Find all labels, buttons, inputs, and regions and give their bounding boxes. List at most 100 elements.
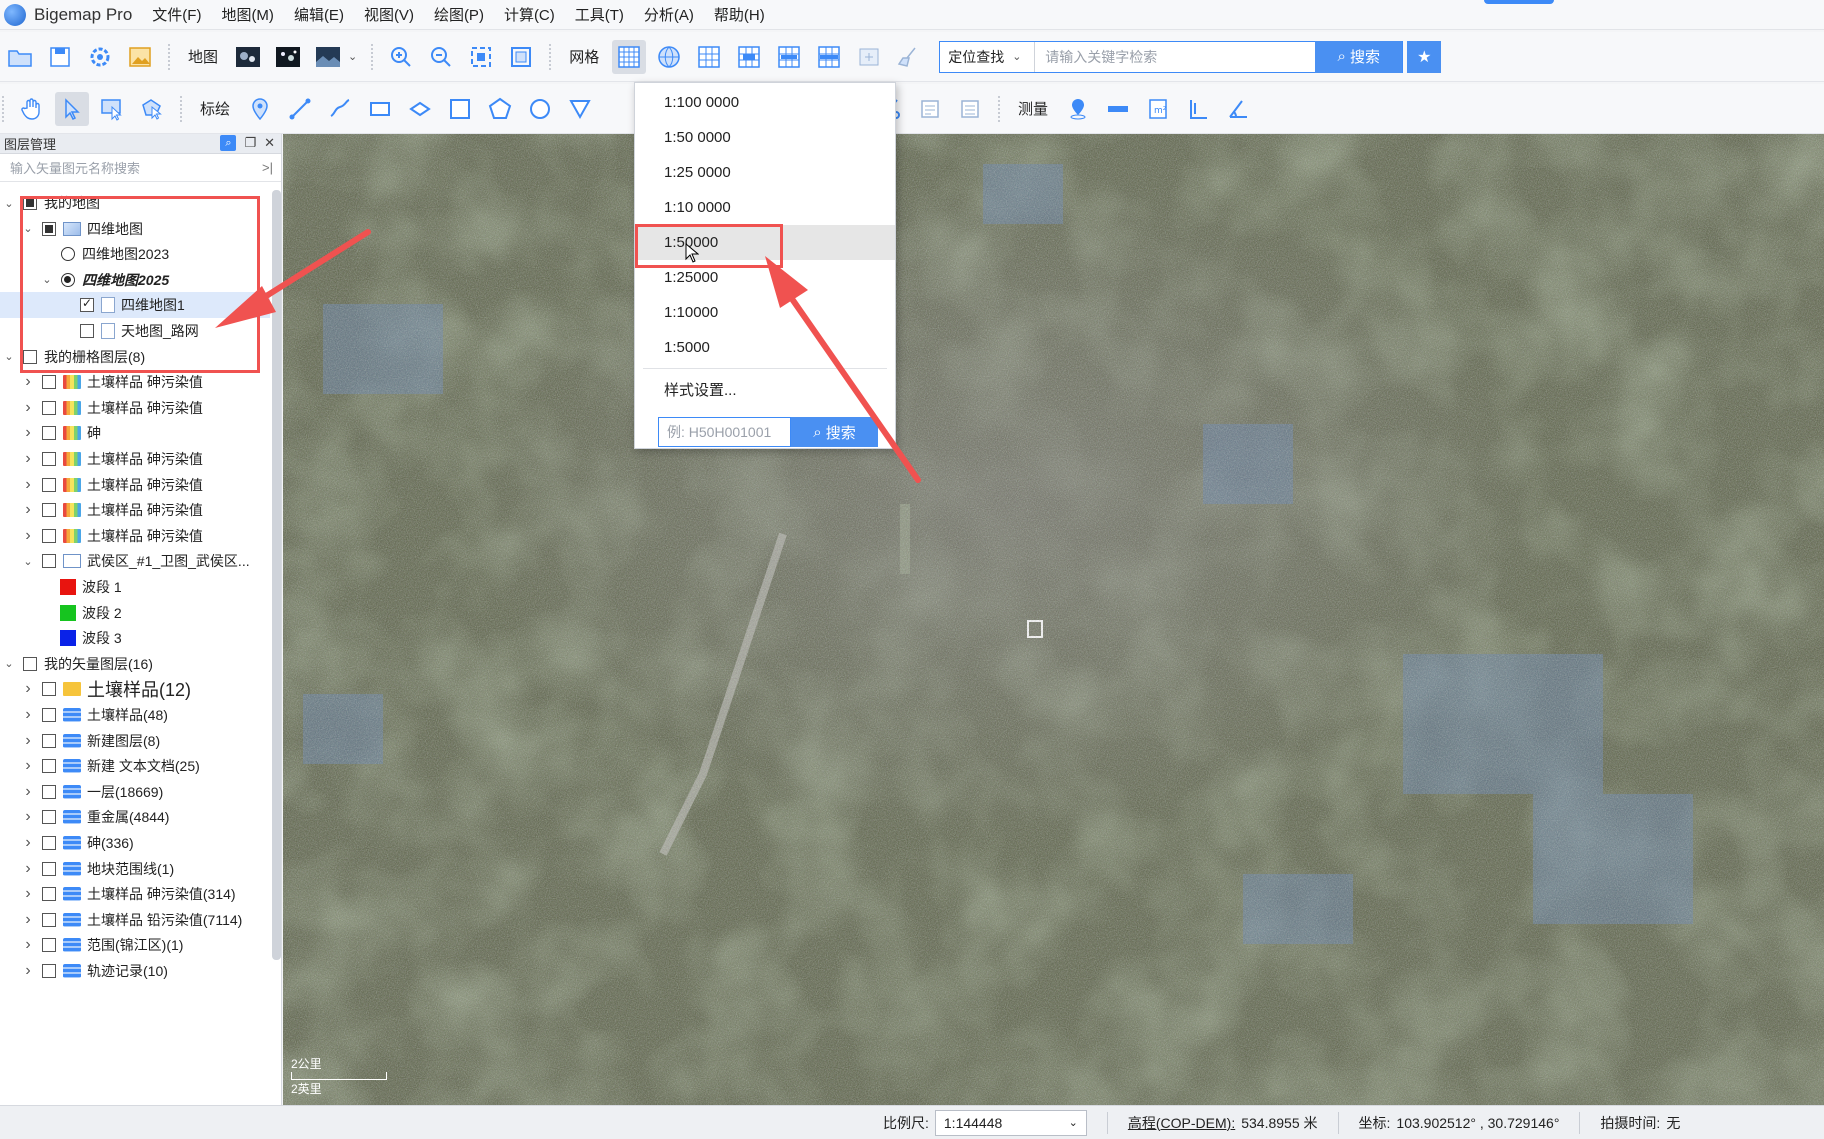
layer-checkbox[interactable] bbox=[42, 759, 56, 774]
layer-tree-item[interactable]: ⌄ 我的矢量图层(16) bbox=[0, 651, 270, 677]
copy-button[interactable] bbox=[913, 92, 947, 126]
settings-button[interactable] bbox=[83, 40, 117, 74]
layer-tree-item[interactable]: › 土壤样品(48) bbox=[0, 702, 270, 728]
layer-tree-item[interactable]: 波段 2 bbox=[0, 600, 270, 626]
zoom-extent-button[interactable] bbox=[464, 40, 498, 74]
circle-tool-button[interactable] bbox=[523, 92, 557, 126]
layer-tree-item[interactable]: › 地块范围线(1) bbox=[0, 856, 270, 882]
night-map-button[interactable] bbox=[271, 40, 305, 74]
layer-tree-item[interactable]: › 土壤样品 砷污染值(314) bbox=[0, 881, 270, 907]
menu-edit[interactable]: 编辑(E) bbox=[294, 4, 344, 25]
layer-tree-item[interactable]: › 土壤样品 铅污染值(7114) bbox=[0, 907, 270, 933]
layer-tree-item[interactable]: 波段 3 bbox=[0, 625, 270, 651]
more-shape-tool-button[interactable] bbox=[563, 92, 597, 126]
layer-checkbox[interactable] bbox=[42, 528, 56, 543]
scale-option[interactable]: 1:50 0000 bbox=[635, 120, 895, 155]
km-grid-button[interactable] bbox=[732, 40, 766, 74]
rectangle-tool-button[interactable] bbox=[363, 92, 397, 126]
scale-option[interactable]: 1:5000 bbox=[635, 330, 895, 365]
mgrs-grid-button[interactable] bbox=[812, 40, 846, 74]
terrain-map-button[interactable] bbox=[311, 40, 345, 74]
collapsed-chevron-icon[interactable]: › bbox=[21, 757, 35, 775]
layer-checkbox[interactable] bbox=[42, 400, 56, 415]
close-icon[interactable]: ✕ bbox=[264, 135, 275, 151]
scale-grid-button[interactable] bbox=[612, 39, 647, 74]
collapsed-chevron-icon[interactable]: › bbox=[21, 732, 35, 750]
sheet-search-button[interactable]: ⌕ 搜索 bbox=[791, 417, 878, 447]
layer-checkbox[interactable] bbox=[42, 836, 56, 850]
layer-tree-item[interactable]: › 土壤样品 砷污染值 bbox=[0, 395, 270, 421]
collapsed-chevron-icon[interactable]: › bbox=[21, 808, 35, 826]
scale-option[interactable]: 1:100 0000 bbox=[635, 85, 895, 120]
box-select-button[interactable] bbox=[95, 92, 129, 126]
layer-tree-item[interactable]: › 新建 文本文档(25) bbox=[0, 753, 270, 779]
layer-search-bar[interactable]: 输入矢量图元名称搜索 >| bbox=[0, 154, 281, 182]
scale-option[interactable]: 1:10000 bbox=[635, 295, 895, 330]
layer-checkbox[interactable] bbox=[42, 708, 56, 722]
scale-option[interactable]: 1:25 0000 bbox=[635, 155, 895, 190]
collapsed-chevron-icon[interactable]: › bbox=[21, 373, 35, 391]
menu-draw[interactable]: 绘图(P) bbox=[434, 4, 484, 25]
location-type-select[interactable]: 定位查找 ⌄ bbox=[940, 41, 1036, 72]
layer-tree-item[interactable]: › 轨迹记录(10) bbox=[0, 958, 270, 984]
paste-button[interactable] bbox=[953, 92, 987, 126]
collapsed-chevron-icon[interactable]: › bbox=[21, 706, 35, 724]
favorite-button[interactable]: ★ bbox=[1407, 40, 1442, 73]
search-button[interactable]: ⌕ 搜索 bbox=[1315, 40, 1403, 73]
map-view[interactable]: 2公里 2英里 bbox=[283, 134, 1824, 1105]
float-window-icon[interactable]: ❐ bbox=[244, 135, 256, 151]
layer-checkbox[interactable] bbox=[42, 477, 56, 492]
layer-tree-item[interactable]: › 土壤样品 砷污染值 bbox=[0, 472, 270, 498]
latlng-grid-button[interactable] bbox=[652, 40, 686, 74]
layer-tree-item[interactable]: 波段 1 bbox=[0, 574, 270, 600]
zoom-out-button[interactable] bbox=[424, 40, 458, 74]
layer-checkbox[interactable] bbox=[42, 554, 56, 569]
collapsed-chevron-icon[interactable]: › bbox=[21, 680, 35, 698]
measure-height-button[interactable] bbox=[1181, 92, 1215, 126]
pentagon-tool-button[interactable] bbox=[483, 92, 517, 126]
scale-select[interactable]: 1:144448 ⌄ bbox=[934, 1109, 1087, 1136]
scale-option[interactable]: 1:10 0000 bbox=[635, 190, 895, 225]
grid-export-button[interactable] bbox=[852, 40, 886, 74]
menu-analysis[interactable]: 分析(A) bbox=[644, 4, 694, 25]
layer-checkbox[interactable] bbox=[42, 452, 56, 466]
layer-checkbox[interactable] bbox=[42, 503, 56, 518]
layer-tree-item[interactable]: › 一层(18669) bbox=[0, 779, 270, 805]
collapsed-chevron-icon[interactable]: › bbox=[21, 424, 35, 442]
collapsed-chevron-icon[interactable]: › bbox=[21, 783, 35, 801]
layer-checkbox[interactable] bbox=[42, 912, 56, 927]
collapsed-chevron-icon[interactable]: › bbox=[21, 936, 35, 954]
polygon-select-button[interactable] bbox=[135, 92, 169, 126]
grid-2-button[interactable] bbox=[692, 40, 726, 74]
collapsed-chevron-icon[interactable]: › bbox=[21, 834, 35, 852]
collapsed-chevron-icon[interactable]: › bbox=[21, 476, 35, 494]
collapsed-chevron-icon[interactable]: › bbox=[21, 962, 35, 980]
layer-tree-item[interactable]: ⌄ 武侯区_#1_卫图_武侯区... bbox=[0, 548, 270, 574]
layer-checkbox[interactable] bbox=[42, 887, 56, 902]
layer-panel-scrollbar[interactable] bbox=[272, 190, 281, 960]
sheet-number-input[interactable] bbox=[658, 417, 791, 447]
collapsed-chevron-icon[interactable]: › bbox=[21, 885, 35, 903]
layer-checkbox[interactable] bbox=[42, 733, 56, 748]
layer-tree-item[interactable]: › 土壤样品 砷污染值 bbox=[0, 497, 270, 523]
measure-area-button[interactable]: m² bbox=[1141, 92, 1175, 126]
line-tool-button[interactable] bbox=[283, 92, 317, 126]
expand-chevron-icon[interactable]: ⌄ bbox=[21, 555, 35, 568]
layer-tree-item[interactable]: › 土壤样品 砷污染值 bbox=[0, 446, 270, 472]
layer-checkbox[interactable] bbox=[42, 861, 56, 876]
collapse-panel-icon[interactable]: >| bbox=[262, 160, 273, 175]
collapsed-chevron-icon[interactable]: › bbox=[21, 860, 35, 878]
layer-checkbox[interactable] bbox=[42, 938, 56, 953]
collapsed-chevron-icon[interactable]: › bbox=[21, 911, 35, 929]
expand-chevron-icon[interactable]: ⌄ bbox=[2, 657, 16, 670]
layer-tree-item[interactable]: › 砷(336) bbox=[0, 830, 270, 856]
style-settings-item[interactable]: 样式设置... bbox=[635, 372, 895, 407]
diamond-tool-button[interactable] bbox=[403, 92, 437, 126]
pan-button[interactable] bbox=[15, 92, 49, 126]
layer-tree-item[interactable]: › 土壤样品(12) bbox=[0, 676, 270, 702]
select-button[interactable] bbox=[55, 91, 89, 126]
menu-file[interactable]: 文件(F) bbox=[152, 4, 201, 25]
zoom-in-button[interactable] bbox=[384, 40, 418, 74]
elevation-label[interactable]: 高程(COP-DEM): bbox=[1128, 1113, 1235, 1133]
square-tool-button[interactable] bbox=[443, 92, 477, 126]
